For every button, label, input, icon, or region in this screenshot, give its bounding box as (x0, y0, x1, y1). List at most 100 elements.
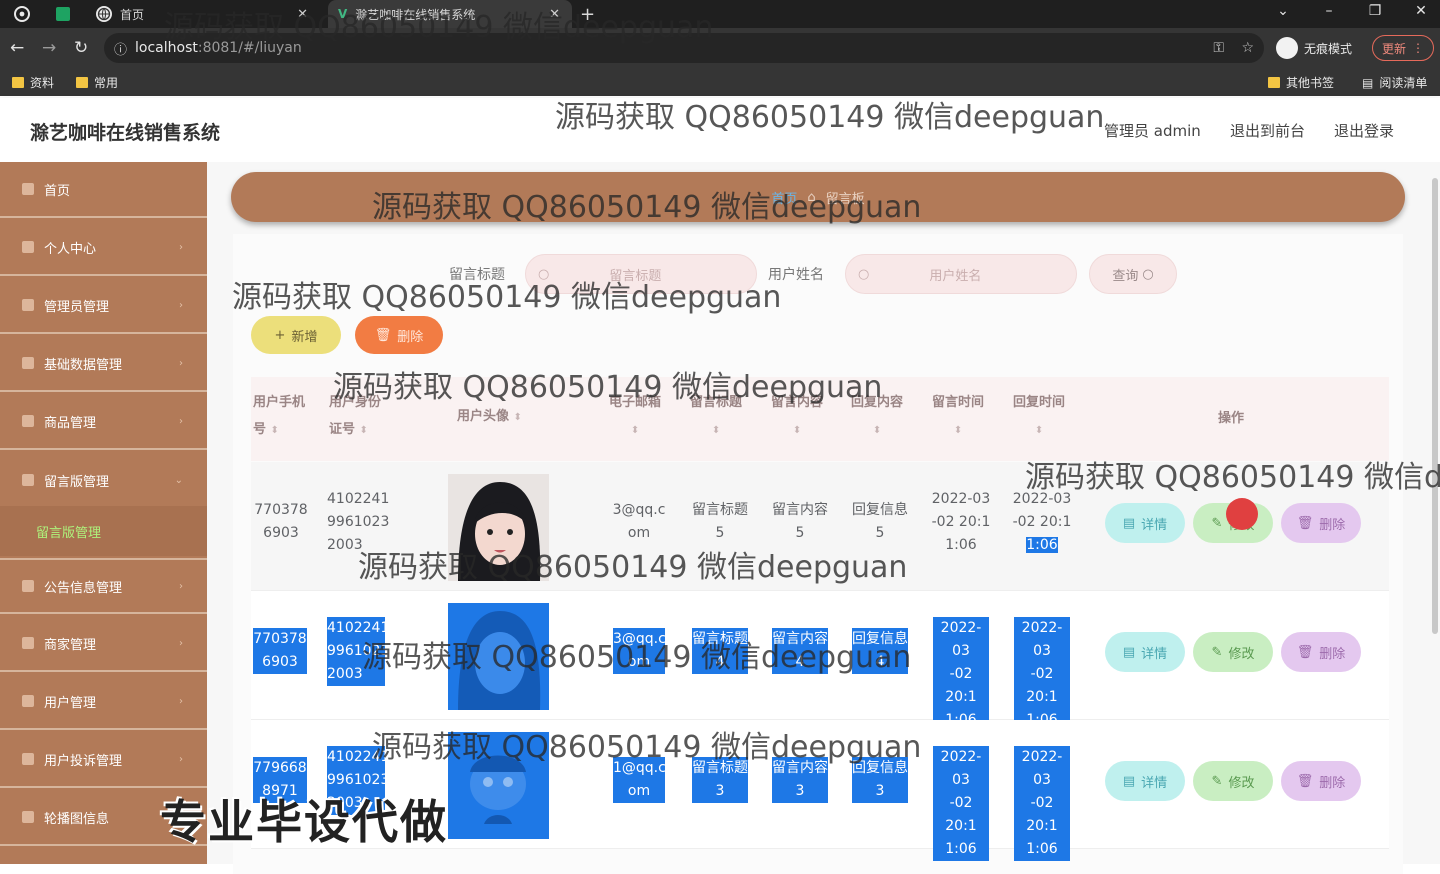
detail-button[interactable]: ▤ 详情 (1105, 632, 1185, 672)
sidebar-subitem-messages[interactable]: 留言版管理 (0, 506, 207, 556)
cell-phone: 770378 6903 (253, 628, 307, 674)
batch-delete-button[interactable]: 🗑 删除 (355, 316, 443, 354)
cell-text: 2022-03 (940, 749, 982, 788)
col-phone[interactable]: 用户手机号 ⬍ (253, 389, 305, 444)
other-bookmarks[interactable]: 其他书签 (1268, 74, 1334, 91)
update-button[interactable]: 更新 ⋮ (1372, 35, 1434, 61)
sidebar-item-notices[interactable]: 公告信息管理 › (0, 558, 207, 614)
delete-button[interactable]: 🗑 删除 (1281, 632, 1361, 672)
vue-icon: V (338, 7, 348, 21)
sort-icon[interactable]: ⬍ (1035, 425, 1043, 436)
browser-menu-icon[interactable] (14, 0, 30, 28)
col-idcard-label: 用户身份 (329, 395, 382, 410)
incognito-icon (1276, 37, 1298, 59)
title-search-input[interactable]: ○ 留言标题 (525, 254, 757, 294)
new-tab-button[interactable]: + (580, 0, 595, 28)
reload-icon[interactable]: ↻ (74, 38, 88, 58)
cell-text: 3@qq.c (613, 631, 666, 647)
cell-text: -02 20:1 (1012, 514, 1072, 530)
cell-text: 770378 (254, 502, 308, 518)
col-idcard[interactable]: 用户身份 证号 ⬍ (329, 389, 381, 444)
info-icon[interactable]: ⓘ (114, 39, 127, 58)
address-bar: ← → ↻ ⓘ localhost:8081/#/liuyan ⚿ ☆ 无痕模式… (0, 28, 1440, 68)
minimize-icon[interactable]: – (1314, 3, 1344, 19)
sort-icon[interactable]: ⬍ (514, 412, 522, 423)
app-title: 滁艺咖啡在线销售系统 (30, 122, 221, 144)
sidebar-item-complaints[interactable]: 用户投诉管理 › (0, 732, 207, 788)
sidebar-item-profile[interactable]: 个人中心 › (0, 220, 207, 276)
incognito-indicator[interactable]: 无痕模式 (1276, 34, 1352, 62)
cell-text: 4102241 (327, 749, 390, 765)
bookmark-folder[interactable]: 资料 (12, 74, 54, 91)
tab-system[interactable]: V 滁艺咖啡在线销售系统 ✕ (328, 0, 572, 28)
key-icon[interactable]: ⚿ (1213, 40, 1224, 56)
cell-content: 留言内容 5 (770, 499, 830, 545)
sort-icon[interactable]: ⬍ (793, 425, 801, 436)
sort-icon[interactable]: ⬍ (631, 425, 639, 436)
delete-button[interactable]: 🗑 删除 (1281, 761, 1361, 801)
query-button[interactable]: 查询 ○ (1089, 254, 1177, 294)
star-icon[interactable]: ☆ (1241, 40, 1254, 56)
sidebar-item-basedata[interactable]: 基础数据管理 › (0, 336, 207, 392)
sort-icon[interactable]: ⬍ (271, 425, 279, 436)
col-time[interactable]: 留言时间 ⬍ (932, 389, 984, 444)
sidebar-item-label: 管理员管理 (44, 299, 110, 315)
logout-link[interactable]: 退出登录 (1334, 120, 1394, 141)
edit-label: 修改 (1228, 646, 1255, 662)
add-button[interactable]: + 新增 (251, 316, 341, 354)
cell-text: 4102241 (327, 491, 390, 507)
cell-text: -02 20:1 (1026, 795, 1058, 834)
edit-button[interactable]: ✎ 修改 (1193, 632, 1273, 672)
bookmark-folder[interactable]: 常用 (76, 74, 118, 91)
tab-search-icon[interactable]: ⌄ (1268, 3, 1298, 19)
click-indicator (1226, 498, 1258, 530)
tab-home[interactable]: 首页 ✕ (92, 0, 318, 28)
cell-reply: 回复信息 4 (852, 628, 908, 674)
sidebar-item-messages[interactable]: 留言版管理 ⌄ (0, 452, 207, 508)
sheet-tab-icon[interactable] (56, 0, 80, 28)
window-close-icon[interactable]: ✕ (1406, 3, 1436, 19)
close-icon[interactable]: ✕ (549, 7, 560, 22)
col-reply-time-label: 回复时间 (1013, 395, 1066, 410)
sidebar-item-products[interactable]: 商品管理 › (0, 394, 207, 450)
detail-button[interactable]: ▤ 详情 (1105, 503, 1185, 543)
sidebar-item-users[interactable]: 用户管理 › (0, 674, 207, 730)
url-field[interactable]: ⓘ localhost:8081/#/liuyan ⚿ ☆ (104, 33, 1264, 63)
breadcrumb-home[interactable]: 首页 (771, 188, 797, 207)
back-icon[interactable]: ← (10, 38, 24, 58)
user-avatar[interactable] (448, 603, 549, 710)
cell-text: 4 (795, 654, 805, 670)
sort-icon[interactable]: ⬍ (873, 425, 881, 436)
search-icon: ○ (858, 266, 870, 282)
col-reply[interactable]: 回复内容 ⬍ (851, 389, 903, 444)
sidebar-item-merchants[interactable]: 商家管理 › (0, 616, 207, 672)
reading-list[interactable]: ▤ 阅读清单 (1362, 74, 1427, 91)
user-avatar[interactable] (448, 474, 549, 581)
detail-button[interactable]: ▤ 详情 (1105, 761, 1185, 801)
restore-icon[interactable]: ❐ (1360, 3, 1390, 19)
close-icon[interactable]: ✕ (297, 7, 308, 22)
cell-text: 2003 (327, 537, 363, 553)
sort-icon[interactable]: ⬍ (954, 425, 962, 436)
delete-button[interactable]: 🗑 删除 (1281, 503, 1361, 543)
to-front-link[interactable]: 退出到前台 (1230, 120, 1305, 141)
col-email[interactable]: 电子邮箱 ⬍ (609, 389, 661, 444)
page-scrollbar[interactable] (1432, 178, 1438, 634)
user-search-input[interactable]: ○ 用户姓名 (845, 254, 1077, 294)
sidebar-item-admins[interactable]: 管理员管理 › (0, 278, 207, 334)
sort-icon[interactable]: ⬍ (712, 425, 720, 436)
edit-button[interactable]: ✎ 修改 (1193, 761, 1273, 801)
cell-title: 留言标题 4 (692, 628, 748, 674)
sidebar-item-label: 商品管理 (44, 415, 97, 431)
data-icon (22, 357, 34, 369)
sidebar-item-home[interactable]: 首页 (0, 162, 207, 218)
cell-email: 3@qq.c om (609, 499, 669, 545)
cell-text: 留言标题 (692, 631, 748, 647)
col-avatar[interactable]: 用户头像 ⬍ (457, 403, 522, 431)
user-avatar[interactable] (448, 732, 549, 839)
col-reply-time[interactable]: 回复时间 ⬍ (1013, 389, 1065, 444)
sort-icon[interactable]: ⬍ (360, 425, 368, 436)
forward-icon[interactable]: → (42, 38, 56, 58)
col-content[interactable]: 留言内容 ⬍ (771, 389, 823, 444)
col-title[interactable]: 留言标题 ⬍ (690, 389, 742, 444)
